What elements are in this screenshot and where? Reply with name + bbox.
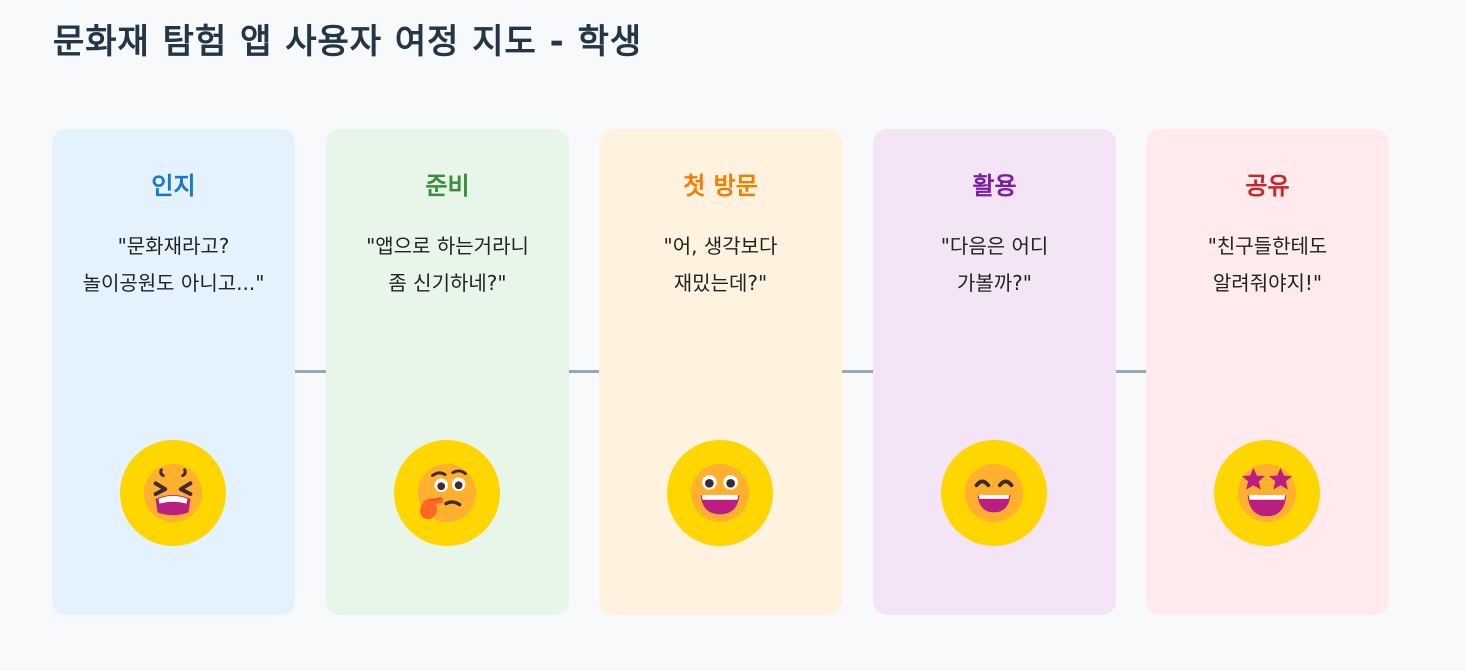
stage-quote: "문화재라고? 놀이공원도 아니고..." (82, 234, 265, 295)
stage-card-first-visit: 첫 방문 "어, 생각보다 재밌는데?" (599, 129, 842, 615)
grinning-face-big-eyes-icon (690, 463, 750, 523)
emotion-badge (941, 440, 1047, 546)
thinking-face-icon (417, 463, 477, 523)
stage-card-usage: 활용 "다음은 어디 가볼까?" (873, 129, 1116, 615)
stage-quote: "다음은 어디 가볼까?" (940, 234, 1049, 295)
stage-card-sharing: 공유 "친구들한테도 알려줘야지!" (1146, 129, 1389, 615)
connector-line (842, 370, 873, 373)
stage-title: 준비 (425, 172, 470, 200)
stage-quote: "앱으로 하는거라니 좀 신기하네?" (366, 234, 529, 295)
stage-title: 첫 방문 (683, 172, 758, 200)
smiling-face-smiling-eyes-icon (964, 463, 1024, 523)
page-title: 문화재 탐험 앱 사용자 여정 지도 - 학생 (53, 22, 643, 62)
stage-quote: "친구들한테도 알려줘야지!" (1207, 234, 1328, 295)
stage-title: 활용 (972, 172, 1017, 200)
stage-title: 공유 (1245, 172, 1290, 200)
stage-title: 인지 (151, 172, 196, 200)
tired-face-icon (143, 463, 203, 523)
emotion-badge (1214, 440, 1320, 546)
stage-quote: "어, 생각보다 재밌는데?" (663, 234, 778, 295)
stage-card-awareness: 인지 "문화재라고? 놀이공원도 아니고..." (52, 129, 295, 615)
connector-line (569, 370, 600, 373)
journey-map: 문화재 탐험 앱 사용자 여정 지도 - 학생 인지 "문화재라고? 놀이공원도… (0, 0, 1465, 671)
star-struck-icon (1237, 463, 1297, 523)
stage-card-preparation: 준비 "앱으로 하는거라니 좀 신기하네?" (326, 129, 569, 615)
emotion-badge (120, 440, 226, 546)
emotion-badge (667, 440, 773, 546)
connector-line (1116, 370, 1147, 373)
connector-line (295, 370, 326, 373)
emotion-badge (394, 440, 500, 546)
